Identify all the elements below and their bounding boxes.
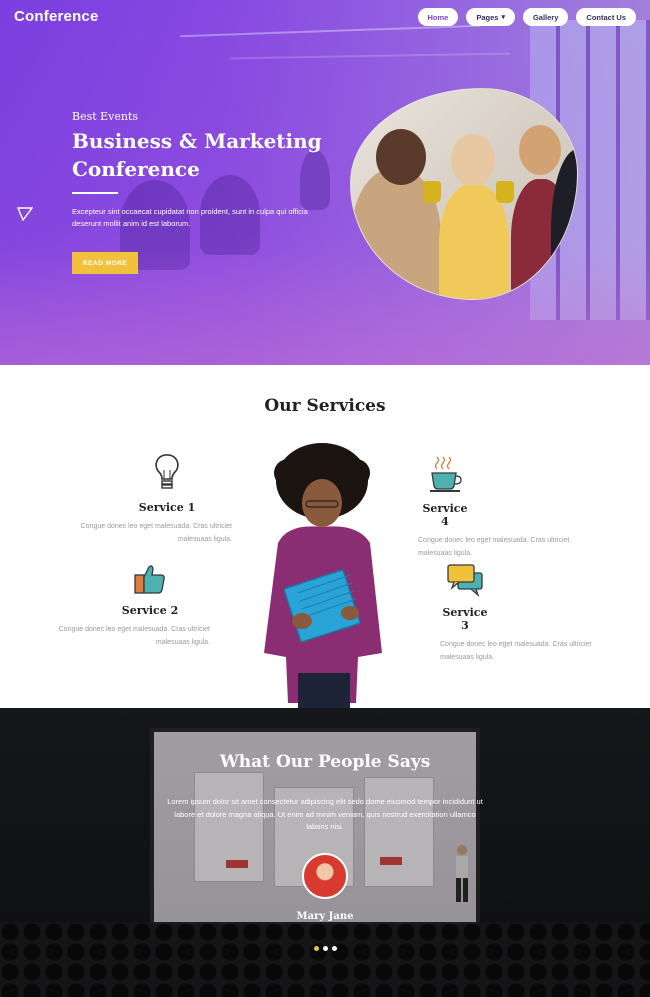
read-more-button[interactable]: READ MORE xyxy=(72,252,138,274)
photo-mug xyxy=(496,181,514,203)
service-name: Service 4 xyxy=(422,502,468,528)
service-description: Congue donec leo eget malesuada. Cras ul… xyxy=(418,537,570,557)
testimonial-author: Mary Jane xyxy=(296,911,354,922)
photo-person-head xyxy=(451,134,495,186)
hero-description: Excepteur sint occaecat cupidatat non pr… xyxy=(72,207,308,228)
photo-person-body xyxy=(551,149,577,299)
coffee-cup-icon xyxy=(430,456,462,492)
service-name: Service 2 xyxy=(121,604,179,617)
play-triangle-icon[interactable] xyxy=(17,207,33,221)
testimonial-title: What Our People Says xyxy=(219,752,431,772)
carousel-dot[interactable] xyxy=(331,946,337,951)
service-card-4[interactable]: Service 4 Congue donec leo eget malesuad… xyxy=(418,455,588,560)
hero-section: Conference Home Pages ▾ Gallery Contact U… xyxy=(0,0,650,365)
nav-contact-label: Contact Us xyxy=(586,12,626,22)
nav-gallery[interactable]: Gallery xyxy=(522,8,569,26)
photo-mug xyxy=(423,181,441,203)
hero-ceiling-line xyxy=(230,52,510,60)
nav-pages[interactable]: Pages ▾ xyxy=(466,8,515,26)
photo-person-head xyxy=(376,129,426,185)
service-description: Congue donec leo eget malesuada. Cras ul… xyxy=(80,523,232,543)
services-title: Our Services xyxy=(264,396,386,416)
service-card-2[interactable]: Service 2 Congue donec leo eget malesuad… xyxy=(40,563,210,649)
testimonial-quote: Lorem ipsum dolor sit amet consectetur a… xyxy=(167,797,483,831)
service-name: Service 1 xyxy=(138,501,196,514)
avatar xyxy=(302,853,348,899)
hero-kicker: Best Events xyxy=(72,110,139,123)
service-card-1[interactable]: Service 1 Congue donec leo eget malesuad… xyxy=(62,452,232,546)
nav-home[interactable]: Home xyxy=(417,8,459,26)
service-name: Service 3 xyxy=(442,606,488,632)
carousel-dots xyxy=(0,946,650,951)
woman-holding-tablet-image xyxy=(264,443,382,710)
hero-ceiling-line xyxy=(180,24,480,38)
chat-bubbles-icon xyxy=(447,564,483,598)
nav-gallery-label: Gallery xyxy=(532,12,559,22)
lightbulb-icon xyxy=(155,454,179,489)
service-description: Congue donec leo eget malesuada. Cras ul… xyxy=(440,641,592,661)
service-card-3[interactable]: Service 3 Congue donec leo eget malesuad… xyxy=(440,563,610,664)
hero-title: Business & Marketing Conference xyxy=(72,129,322,181)
thumbs-up-icon xyxy=(134,565,165,594)
service-description: Congue donec leo eget malesuada. Cras ul… xyxy=(58,626,210,646)
main-nav: Home Pages ▾ Gallery Contact Us xyxy=(417,8,636,26)
hero-divider xyxy=(72,192,118,194)
nav-home-label: Home xyxy=(427,12,449,22)
carousel-dot[interactable] xyxy=(322,946,328,951)
nav-pages-label: Pages xyxy=(476,12,499,22)
nav-contact[interactable]: Contact Us xyxy=(576,8,636,26)
carousel-dot[interactable] xyxy=(313,946,319,951)
chevron-down-icon: ▾ xyxy=(501,14,505,21)
photo-person-head xyxy=(519,125,561,175)
hero-photo-blob xyxy=(350,88,578,300)
brand-logo[interactable]: Conference xyxy=(14,8,99,25)
testimonial-section: What Our People Says Lorem ipsum dolor s… xyxy=(0,708,650,997)
